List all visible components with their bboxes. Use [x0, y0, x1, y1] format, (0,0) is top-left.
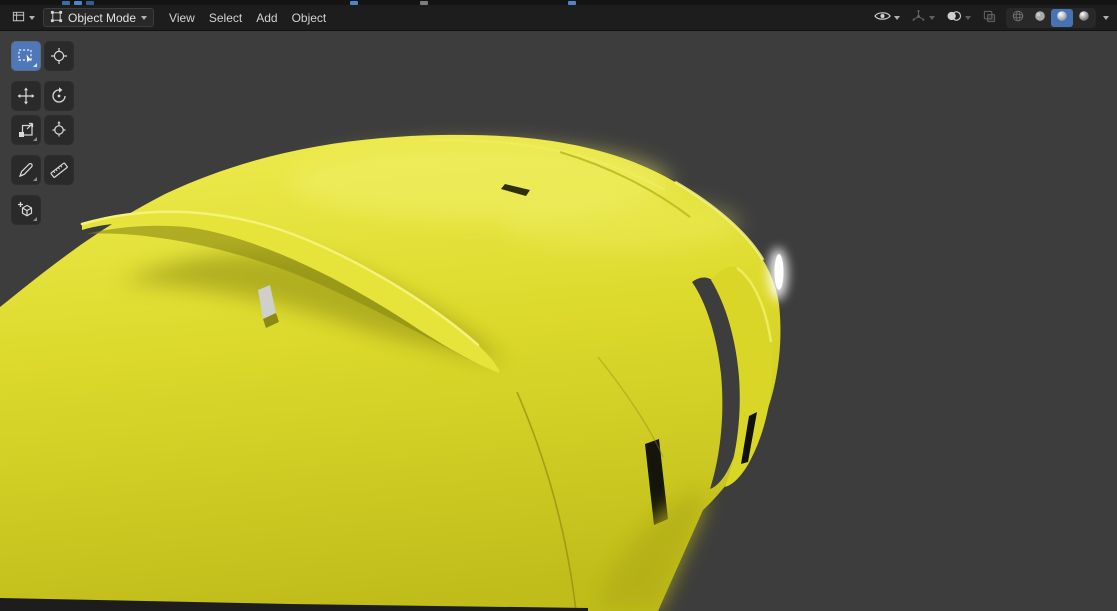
window-top-clipped [0, 0, 1117, 5]
chevron-down-icon [894, 16, 900, 20]
tool-move[interactable] [12, 82, 40, 110]
overlays-dropdown[interactable] [944, 8, 973, 27]
xray-toggle[interactable] [980, 8, 999, 28]
mode-dropdown[interactable]: Object Mode [43, 8, 154, 27]
menu-view[interactable]: View [162, 9, 202, 27]
tool-cursor[interactable] [45, 42, 73, 70]
object-mode-icon [50, 10, 63, 26]
solid-sphere-icon [1033, 9, 1047, 26]
chevron-down-icon [141, 16, 147, 20]
chevron-down-icon [29, 16, 35, 20]
header-right-controls [872, 8, 1109, 28]
clipped-icon [86, 1, 94, 5]
menu-select[interactable]: Select [202, 9, 249, 27]
shading-material-preview-button[interactable] [1051, 9, 1073, 27]
clipped-icon [420, 1, 428, 5]
shading-wireframe-button[interactable] [1007, 9, 1029, 27]
editor-type-button[interactable] [8, 7, 38, 29]
clipped-icon [74, 1, 82, 5]
menu-object[interactable]: Object [285, 9, 334, 27]
tool-transform[interactable] [45, 116, 73, 144]
tool-measure[interactable] [45, 156, 73, 184]
clipped-icon [568, 1, 576, 5]
eye-icon [874, 10, 891, 25]
tool-add-cube[interactable] [12, 196, 40, 224]
editor-type-icon [11, 9, 26, 27]
gizmo-icon [911, 9, 926, 27]
tool-select-box[interactable] [12, 42, 40, 70]
mode-dropdown-value: Object Mode [68, 11, 136, 25]
xray-toggle-icon [982, 9, 997, 27]
object-visibility-dropdown[interactable] [872, 9, 902, 26]
tool-shelf [12, 42, 73, 230]
tool-annotate[interactable] [12, 156, 40, 184]
material-sphere-icon [1055, 9, 1069, 26]
gizmos-dropdown[interactable] [909, 8, 937, 28]
shading-rendered-button[interactable] [1073, 9, 1095, 27]
menu-add[interactable]: Add [249, 9, 284, 27]
shading-solid-button[interactable] [1029, 9, 1051, 27]
overlays-icon [946, 9, 962, 26]
viewport-shading-group [1006, 8, 1096, 28]
viewport-scene [0, 32, 1117, 611]
header-menus: View Select Add Object [162, 9, 333, 27]
wireframe-sphere-icon [1011, 9, 1025, 26]
tool-rotate[interactable] [45, 82, 73, 110]
chevron-down-icon [965, 16, 971, 20]
clipped-icon [62, 1, 70, 5]
tool-scale[interactable] [12, 116, 40, 144]
viewport-header: Object Mode View Select Add Object [0, 5, 1117, 31]
chevron-down-icon [929, 16, 935, 20]
clipped-icon [350, 1, 358, 5]
shading-options-chevron[interactable] [1103, 16, 1109, 20]
rendered-sphere-icon [1077, 9, 1091, 26]
3d-viewport[interactable] [0, 32, 1117, 611]
car-headlight [768, 248, 788, 300]
